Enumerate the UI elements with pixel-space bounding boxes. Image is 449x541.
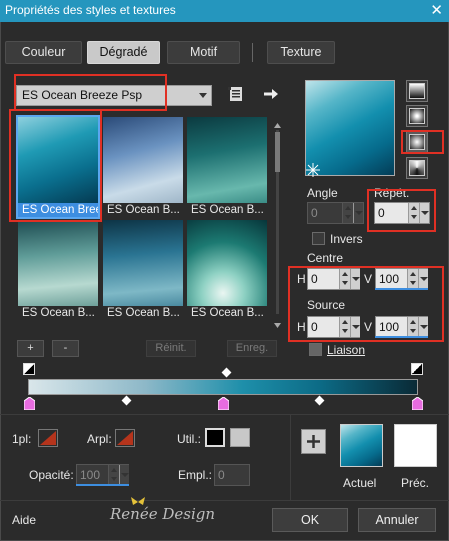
rectangular-gradient-icon <box>409 108 425 124</box>
scroll-down-icon[interactable] <box>274 318 281 332</box>
color-stop-marker[interactable] <box>411 396 424 411</box>
center-label: Centre <box>307 251 344 265</box>
previous-swatch[interactable] <box>394 424 437 467</box>
chevron-down-icon[interactable] <box>353 203 363 223</box>
tab-divider <box>252 43 253 62</box>
thumbnail-preview <box>187 220 267 306</box>
invert-checkbox[interactable] <box>312 232 325 245</box>
crosshair-icon[interactable] <box>306 163 320 177</box>
angle-stepper[interactable]: 0 <box>307 202 364 224</box>
tab-motif[interactable]: Motif <box>167 41 240 64</box>
radial-style-button[interactable] <box>406 157 428 179</box>
footer-divider <box>0 500 449 501</box>
gradient-bar[interactable] <box>28 379 418 395</box>
link-checkbox[interactable] <box>309 343 322 356</box>
section-divider <box>0 414 449 415</box>
thumbnail-preview <box>103 117 183 203</box>
tab-couleur[interactable]: Couleur <box>5 41 82 64</box>
current-swatch[interactable] <box>340 424 383 467</box>
util-black-swatch[interactable] <box>205 428 225 447</box>
util-label: Util.: <box>177 432 201 446</box>
arrplan-color-button[interactable] <box>115 429 135 447</box>
linear-style-button[interactable] <box>406 80 428 102</box>
highlight-repeat <box>367 189 436 232</box>
opacity-stepper[interactable]: 100 <box>76 464 129 486</box>
thumbnail-ocean-4[interactable]: ES Ocean B... <box>18 220 98 320</box>
thumbnail-scrollbar[interactable] <box>273 118 282 328</box>
title-bar: Propriétés des styles et textures ✕ <box>0 0 449 22</box>
color-stop-marker[interactable] <box>23 396 36 411</box>
swatch-divider <box>290 415 291 501</box>
foreground-stop-icon[interactable] <box>23 363 35 375</box>
tab-texture[interactable]: Texture <box>267 41 335 64</box>
thumbnail-preview <box>103 220 183 306</box>
tab-degrade[interactable]: Dégradé <box>87 41 160 64</box>
save-gradient-button[interactable]: Enreg. <box>227 340 277 357</box>
opacity-label: Opacité: <box>29 468 74 482</box>
highlight-thumbnail <box>9 109 102 222</box>
add-swatch-button[interactable] <box>301 429 326 454</box>
chevron-down-icon[interactable] <box>119 465 129 485</box>
scroll-thumb[interactable] <box>275 132 280 172</box>
thumbnail-ocean-5[interactable]: ES Ocean B... <box>103 220 183 320</box>
thumbnail-label: ES Ocean B... <box>103 306 183 320</box>
reset-button[interactable]: Réinit. <box>146 340 196 357</box>
highlight-style <box>401 130 444 154</box>
highlight-center-source <box>288 266 444 342</box>
opacity-value: 100 <box>80 468 101 482</box>
thumbnail-label: ES Ocean B... <box>187 203 267 217</box>
spin-arrows-icon[interactable] <box>342 203 353 223</box>
color-stop-marker[interactable] <box>217 396 230 411</box>
invert-label: Invers <box>330 232 363 246</box>
location-label: Empl.: <box>178 468 213 482</box>
thumbnail-label: ES Ocean B... <box>187 306 267 320</box>
rectangular-style-button[interactable] <box>406 105 428 127</box>
current-label: Actuel <box>343 476 377 490</box>
angle-label: Angle <box>307 186 338 200</box>
gradient-menu-icon[interactable] <box>228 86 244 102</box>
linear-gradient-icon <box>409 83 425 99</box>
thumbnail-ocean-6[interactable]: ES Ocean B... <box>187 220 267 320</box>
add-gradient-button[interactable]: + <box>17 340 44 357</box>
thumbnail-ocean-2[interactable]: ES Ocean B... <box>103 117 183 217</box>
thumbnail-preview <box>187 117 267 203</box>
window-title: Propriétés des styles et textures <box>5 3 176 17</box>
link-label: Liaison <box>327 343 366 357</box>
help-label[interactable]: Aide <box>12 513 36 527</box>
spin-arrows-icon[interactable] <box>108 465 119 485</box>
ok-button[interactable]: OK <box>272 508 348 532</box>
angle-value: 0 <box>311 206 318 220</box>
arrplan-label: Arpl: <box>87 432 112 446</box>
background-stop-icon[interactable] <box>411 363 423 375</box>
chevron-down-icon <box>199 93 207 98</box>
remove-gradient-button[interactable]: - <box>52 340 79 357</box>
thumbnail-ocean-3[interactable]: ES Ocean B... <box>187 117 267 217</box>
thumbnail-label: ES Ocean B... <box>103 203 183 217</box>
highlight-dropdown <box>14 74 167 111</box>
radial-gradient-icon <box>409 160 425 176</box>
util-gray-swatch[interactable] <box>230 428 250 447</box>
first-plan-label: 1pl: <box>12 432 32 446</box>
close-icon[interactable]: ✕ <box>430 1 443 19</box>
watermark-text: Renée Design <box>110 505 216 523</box>
location-value: 0 <box>218 468 225 482</box>
gradient-preview[interactable] <box>305 80 395 177</box>
arrow-right-icon[interactable] <box>263 87 279 101</box>
thumbnail-preview <box>18 220 98 306</box>
location-input[interactable]: 0 <box>214 464 250 486</box>
previous-label: Préc. <box>401 476 430 490</box>
cancel-button[interactable]: Annuler <box>358 508 436 532</box>
thumbnail-label: ES Ocean B... <box>18 306 98 320</box>
first-plan-color-button[interactable] <box>38 429 58 447</box>
opacity-underline <box>76 484 129 486</box>
